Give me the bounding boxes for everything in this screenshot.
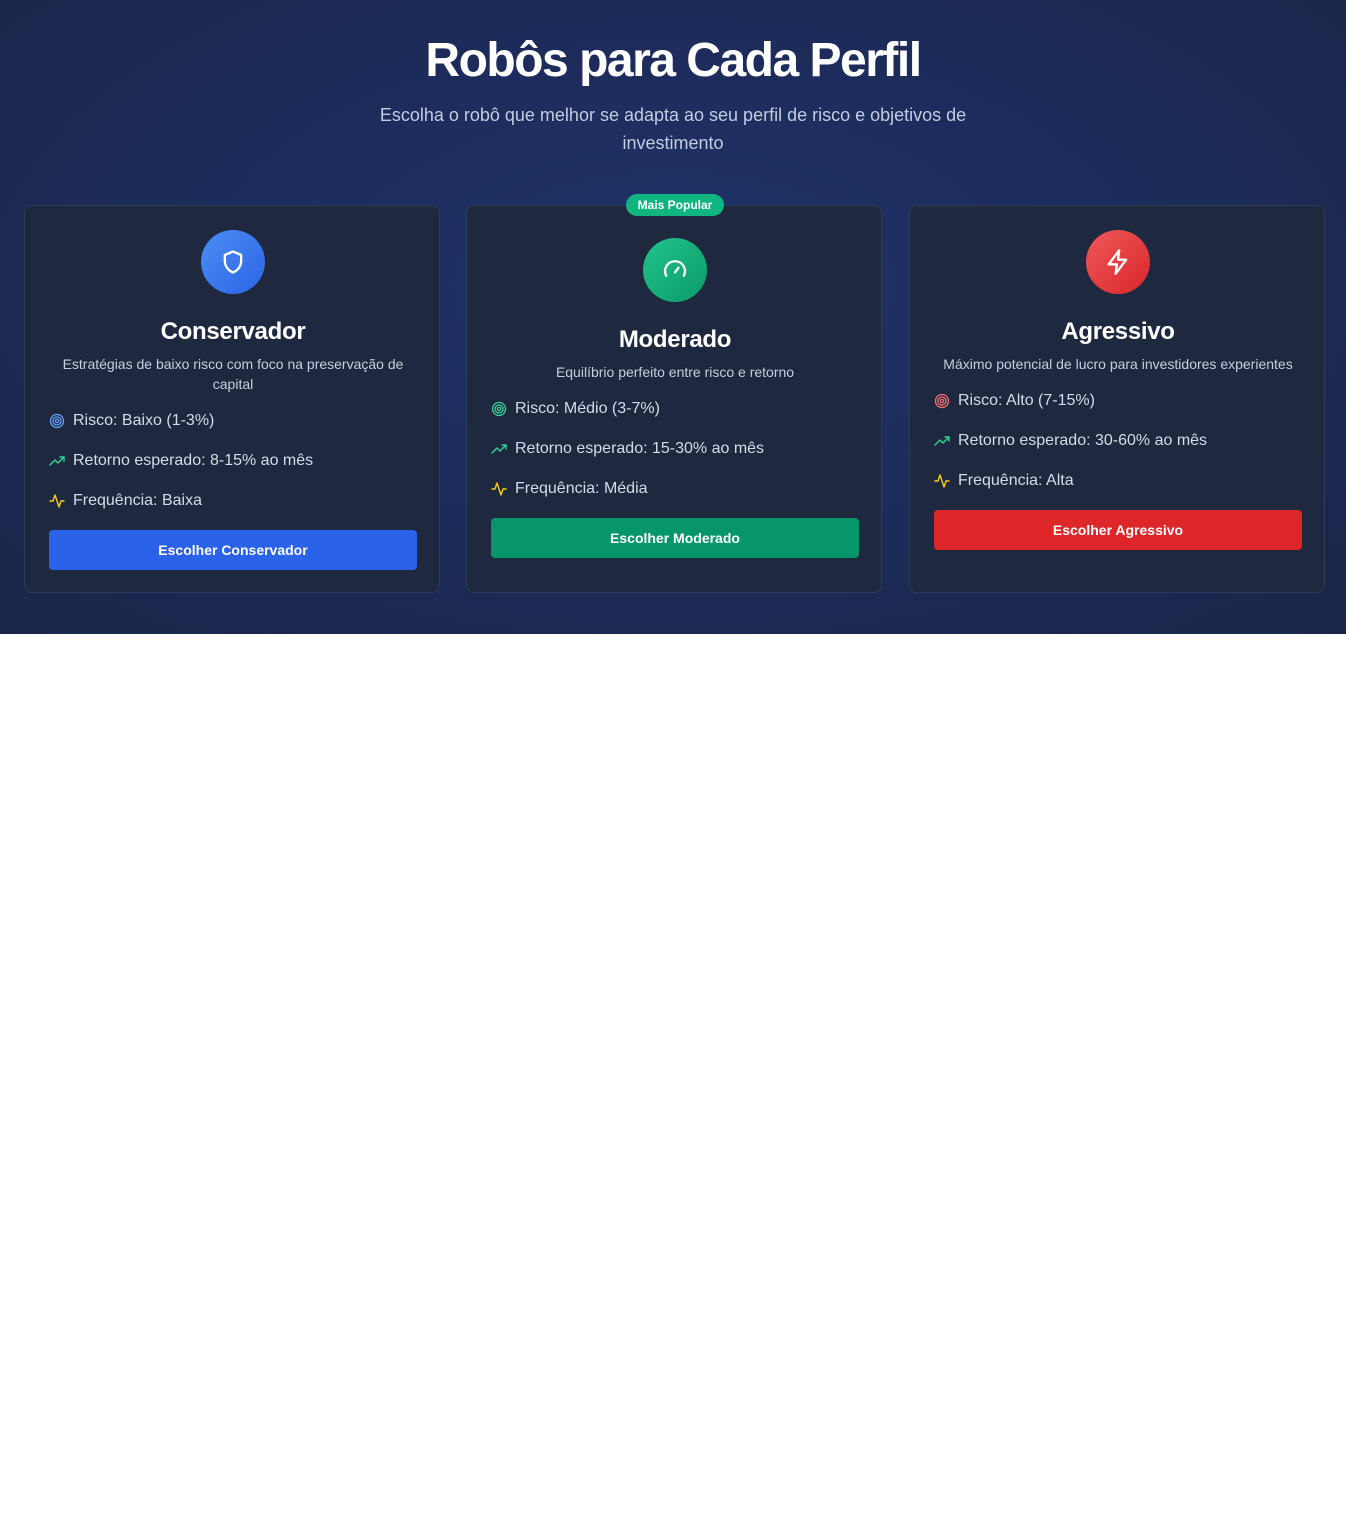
card-title: Conservador xyxy=(160,318,306,345)
target-icon xyxy=(491,401,507,417)
choose-conservador-button[interactable]: Escolher Conservador xyxy=(49,530,417,570)
trending-up-icon xyxy=(491,441,507,457)
feature-return: Retorno esperado: 8-15% ao mês xyxy=(49,449,417,473)
card-title: Moderado xyxy=(618,326,732,353)
card-conservador: Conservador Estratégias de baixo risco c… xyxy=(24,205,440,593)
target-icon xyxy=(934,393,950,409)
robots-section: Robôs para Cada Perfil Escolha o robô qu… xyxy=(0,0,1346,634)
feature-return-label: Retorno esperado: 30-60% ao mês xyxy=(958,432,1208,449)
card-description: Máximo potencial de lucro para investido… xyxy=(943,356,1293,372)
card-title: Agressivo xyxy=(1061,318,1175,345)
feature-risk-label: Risco: Médio (3-7%) xyxy=(515,400,660,417)
card-agressivo: Agressivo Máximo potencial de lucro para… xyxy=(909,205,1325,593)
feature-frequency: Frequência: Baixa xyxy=(49,489,417,513)
feature-risk: Risco: Baixo (1-3%) xyxy=(49,409,417,433)
feature-risk: Risco: Médio (3-7%) xyxy=(491,397,859,421)
card-description: Estratégias de baixo risco com foco na p… xyxy=(62,356,404,392)
activity-icon xyxy=(934,473,950,489)
feature-return: Retorno esperado: 15-30% ao mês xyxy=(491,437,859,461)
feature-frequency-label: Frequência: Alta xyxy=(958,472,1074,489)
section-title: Robôs para Cada Perfil xyxy=(425,34,922,87)
feature-frequency-label: Frequência: Média xyxy=(515,480,648,497)
card-description: Equilíbrio perfeito entre risco e retorn… xyxy=(555,364,795,380)
feature-return-label: Retorno esperado: 8-15% ao mês xyxy=(73,452,314,469)
section-subtitle: Escolha o robô que melhor se adapta ao s… xyxy=(379,105,967,153)
card-moderado: Moderado Equilíbrio perfeito entre risco… xyxy=(466,205,882,593)
feature-frequency-label: Frequência: Baixa xyxy=(73,492,202,509)
feature-risk: Risco: Alto (7-15%) xyxy=(934,389,1302,413)
feature-return: Retorno esperado: 30-60% ao mês xyxy=(934,429,1302,453)
choose-agressivo-button[interactable]: Escolher Agressivo xyxy=(934,510,1302,550)
activity-icon xyxy=(49,493,65,509)
trending-up-icon xyxy=(934,433,950,449)
most-popular-badge: Mais Popular xyxy=(626,194,724,216)
activity-icon xyxy=(491,481,507,497)
choose-moderado-button[interactable]: Escolher Moderado xyxy=(491,518,859,558)
target-icon xyxy=(49,413,65,429)
feature-return-label: Retorno esperado: 15-30% ao mês xyxy=(515,440,765,457)
feature-risk-label: Risco: Baixo (1-3%) xyxy=(73,412,215,429)
shield-icon xyxy=(201,230,265,294)
lightning-icon xyxy=(1086,230,1150,294)
feature-frequency: Frequência: Média xyxy=(491,477,859,501)
trending-up-icon xyxy=(49,453,65,469)
gauge-icon xyxy=(643,238,707,302)
feature-risk-label: Risco: Alto (7-15%) xyxy=(958,392,1095,409)
feature-frequency: Frequência: Alta xyxy=(934,469,1302,493)
